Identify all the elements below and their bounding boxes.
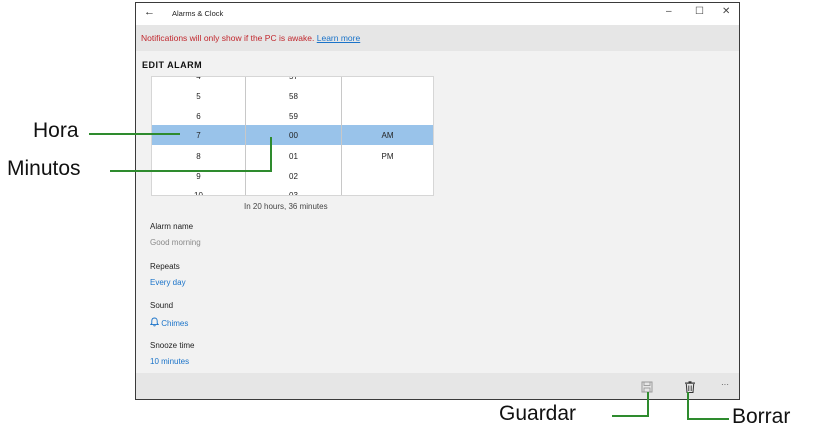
borrar-callout-line-horizontal <box>687 418 729 420</box>
repeats-selector[interactable]: Every day <box>150 278 186 287</box>
alarm-name-input[interactable]: Good morning <box>150 238 201 247</box>
time-picker[interactable]: 4 5 6 7 8 9 10 57 58 59 00 01 02 03 AM P… <box>151 76 434 196</box>
hour-option[interactable]: 8 <box>152 152 245 161</box>
back-arrow-icon[interactable]: ← <box>144 7 155 18</box>
sound-selector[interactable]: Chimes <box>149 317 189 328</box>
minute-option-selected[interactable]: 00 <box>246 131 341 140</box>
page-title: EDIT ALARM <box>142 60 203 70</box>
guardar-callout-line-horizontal <box>612 415 649 417</box>
minute-option[interactable]: 57 <box>246 77 341 81</box>
minute-option[interactable]: 58 <box>246 92 341 101</box>
hour-option[interactable]: 5 <box>152 92 245 101</box>
minute-option[interactable]: 02 <box>246 172 341 181</box>
hour-column[interactable]: 4 5 6 7 8 9 10 <box>152 77 245 195</box>
hour-option[interactable]: 9 <box>152 172 245 181</box>
borrar-callout-line-vertical <box>687 392 689 420</box>
snooze-label: Snooze time <box>150 341 195 350</box>
minute-column[interactable]: 57 58 59 00 01 02 03 <box>245 77 342 195</box>
close-button[interactable]: ✕ <box>722 6 730 18</box>
minute-option[interactable]: 59 <box>246 112 341 121</box>
edit-alarm-panel: EDIT ALARM 4 5 6 7 8 9 10 57 58 59 00 01… <box>136 51 739 373</box>
sound-value: Chimes <box>161 319 189 328</box>
app-window: ← Alarms & Clock – ☐ ✕ Notifications wil… <box>135 2 740 400</box>
hour-option[interactable]: 6 <box>152 112 245 121</box>
hour-option[interactable]: 4 <box>152 77 245 81</box>
minute-option[interactable]: 01 <box>246 152 341 161</box>
hora-callout-label: Hora <box>33 119 79 142</box>
sound-label: Sound <box>150 301 174 310</box>
hour-option[interactable]: 10 <box>152 191 245 195</box>
maximize-button[interactable]: ☐ <box>695 6 704 18</box>
minute-option[interactable]: 03 <box>246 191 341 195</box>
pm-option[interactable]: PM <box>340 152 433 161</box>
guardar-callout-label: Guardar <box>499 402 577 425</box>
notification-banner: Notifications will only show if the PC i… <box>136 25 739 51</box>
bell-icon <box>149 317 161 328</box>
borrar-callout-label: Borrar <box>732 405 791 428</box>
minimize-button[interactable]: – <box>666 6 672 18</box>
snooze-selector[interactable]: 10 minutes <box>150 357 189 366</box>
am-option-selected[interactable]: AM <box>340 131 433 140</box>
more-options-button[interactable]: ··· <box>721 380 729 389</box>
hora-callout-line <box>89 133 180 135</box>
guardar-callout-line-vertical <box>647 392 649 417</box>
minutos-callout-line-horizontal <box>110 170 272 172</box>
notification-text: Notifications will only show if the PC i… <box>141 33 315 43</box>
window-title: Alarms & Clock <box>172 9 224 18</box>
minutos-callout-label: Minutos <box>7 157 81 180</box>
time-until-alarm: In 20 hours, 36 minutes <box>244 202 328 211</box>
ampm-column[interactable]: AM PM <box>340 77 433 195</box>
minutos-callout-line-vertical <box>270 137 272 172</box>
repeats-label: Repeats <box>150 262 180 271</box>
learn-more-link[interactable]: Learn more <box>317 33 360 43</box>
trash-icon[interactable] <box>684 380 696 398</box>
title-bar: ← Alarms & Clock – ☐ ✕ <box>136 3 739 25</box>
alarm-name-label: Alarm name <box>150 222 194 231</box>
